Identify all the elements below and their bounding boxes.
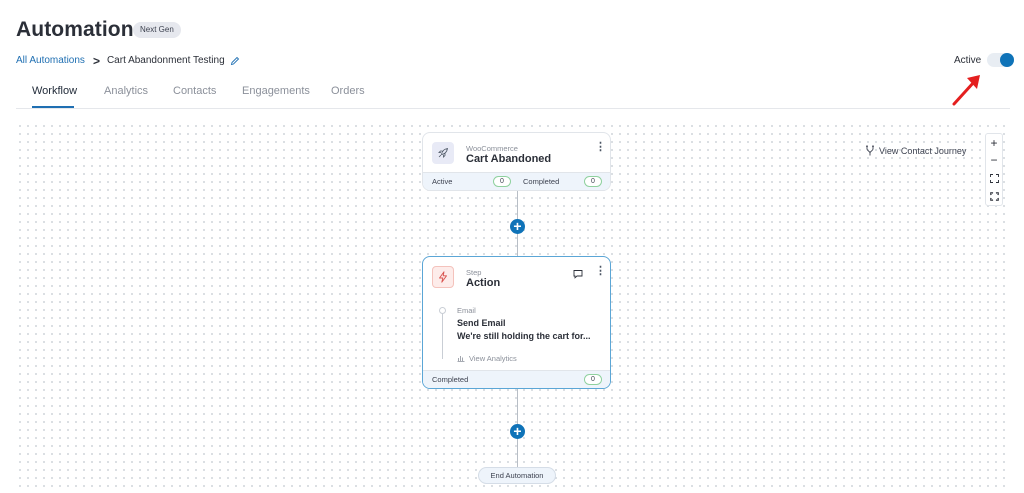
send-email-title: Send Email	[457, 318, 506, 328]
action-menu-icon[interactable]: ⋮	[595, 266, 606, 277]
zoom-controls: + −	[985, 133, 1003, 206]
action-title: Action	[466, 277, 501, 289]
trigger-footer: Active 0 Completed 0	[423, 172, 610, 190]
annotation-arrow-icon	[952, 75, 980, 106]
fullscreen-button[interactable]	[986, 187, 1002, 205]
breadcrumb: All Automations > Cart Abandonment Testi…	[16, 53, 240, 68]
connector-line	[517, 233, 518, 256]
breadcrumb-separator: >	[92, 53, 100, 68]
chart-icon	[457, 349, 465, 367]
connector-line	[517, 438, 518, 467]
trigger-title: Cart Abandoned	[466, 153, 552, 165]
email-subject: We're still holding the cart for...	[457, 331, 591, 341]
timeline-dot	[439, 307, 446, 314]
fullscreen-icon	[989, 191, 999, 201]
action-footer: Completed 0	[423, 370, 610, 388]
connector-line	[517, 191, 518, 220]
fit-view-icon	[989, 173, 999, 183]
zoom-in-button[interactable]: +	[986, 134, 1002, 152]
rocket-icon	[432, 142, 454, 164]
lightning-icon	[432, 266, 454, 288]
page-title: Automations	[16, 18, 146, 41]
fit-view-button[interactable]	[986, 169, 1002, 187]
active-toggle[interactable]	[987, 53, 1014, 67]
action-completed-count: 0	[584, 374, 602, 385]
view-contact-journey-button[interactable]: View Contact Journey	[865, 145, 966, 156]
tab-workflow[interactable]: Workflow	[32, 85, 77, 108]
breadcrumb-current: Cart Abandonment Testing	[106, 55, 225, 66]
next-gen-badge: Next Gen	[133, 22, 181, 38]
tab-engagements[interactable]: Engagements	[242, 85, 310, 108]
tab-bar: Workflow Analytics Contacts Engagements …	[16, 80, 1010, 109]
action-type-label: Step	[466, 268, 482, 277]
tab-contacts[interactable]: Contacts	[173, 85, 216, 108]
completed-count: 0	[584, 176, 602, 187]
view-analytics-link[interactable]: View Analytics	[457, 349, 517, 367]
end-automation-node[interactable]: End Automation	[478, 467, 556, 484]
email-channel-label: Email	[457, 306, 476, 315]
comment-icon[interactable]	[573, 266, 583, 284]
edit-pencil-icon[interactable]	[230, 56, 240, 66]
tab-orders[interactable]: Orders	[331, 85, 365, 108]
branch-icon	[866, 145, 874, 156]
view-analytics-label: View Analytics	[469, 353, 517, 363]
active-label: Active	[432, 177, 453, 186]
status-label: Active	[954, 55, 982, 66]
completed-label: Completed	[523, 177, 560, 186]
add-step-button[interactable]: +	[510, 424, 525, 439]
trigger-node[interactable]: WooCommerce Cart Abandoned ⋮ Active 0 Co…	[422, 132, 611, 191]
toggle-knob	[1000, 53, 1014, 67]
timeline-line	[442, 311, 443, 359]
add-step-button[interactable]: +	[510, 219, 525, 234]
connector-line	[517, 389, 518, 424]
trigger-source: WooCommerce	[466, 144, 518, 153]
view-contact-journey-label: View Contact Journey	[879, 145, 967, 156]
action-completed-label: Completed	[432, 375, 469, 384]
zoom-out-button[interactable]: −	[986, 151, 1002, 169]
tab-analytics[interactable]: Analytics	[104, 85, 148, 108]
trigger-menu-icon[interactable]: ⋮	[595, 142, 606, 153]
breadcrumb-all-automations[interactable]: All Automations	[16, 55, 85, 66]
action-node[interactable]: Step Action ⋮ Email Send Email We're sti…	[422, 256, 611, 389]
active-count: 0	[493, 176, 511, 187]
